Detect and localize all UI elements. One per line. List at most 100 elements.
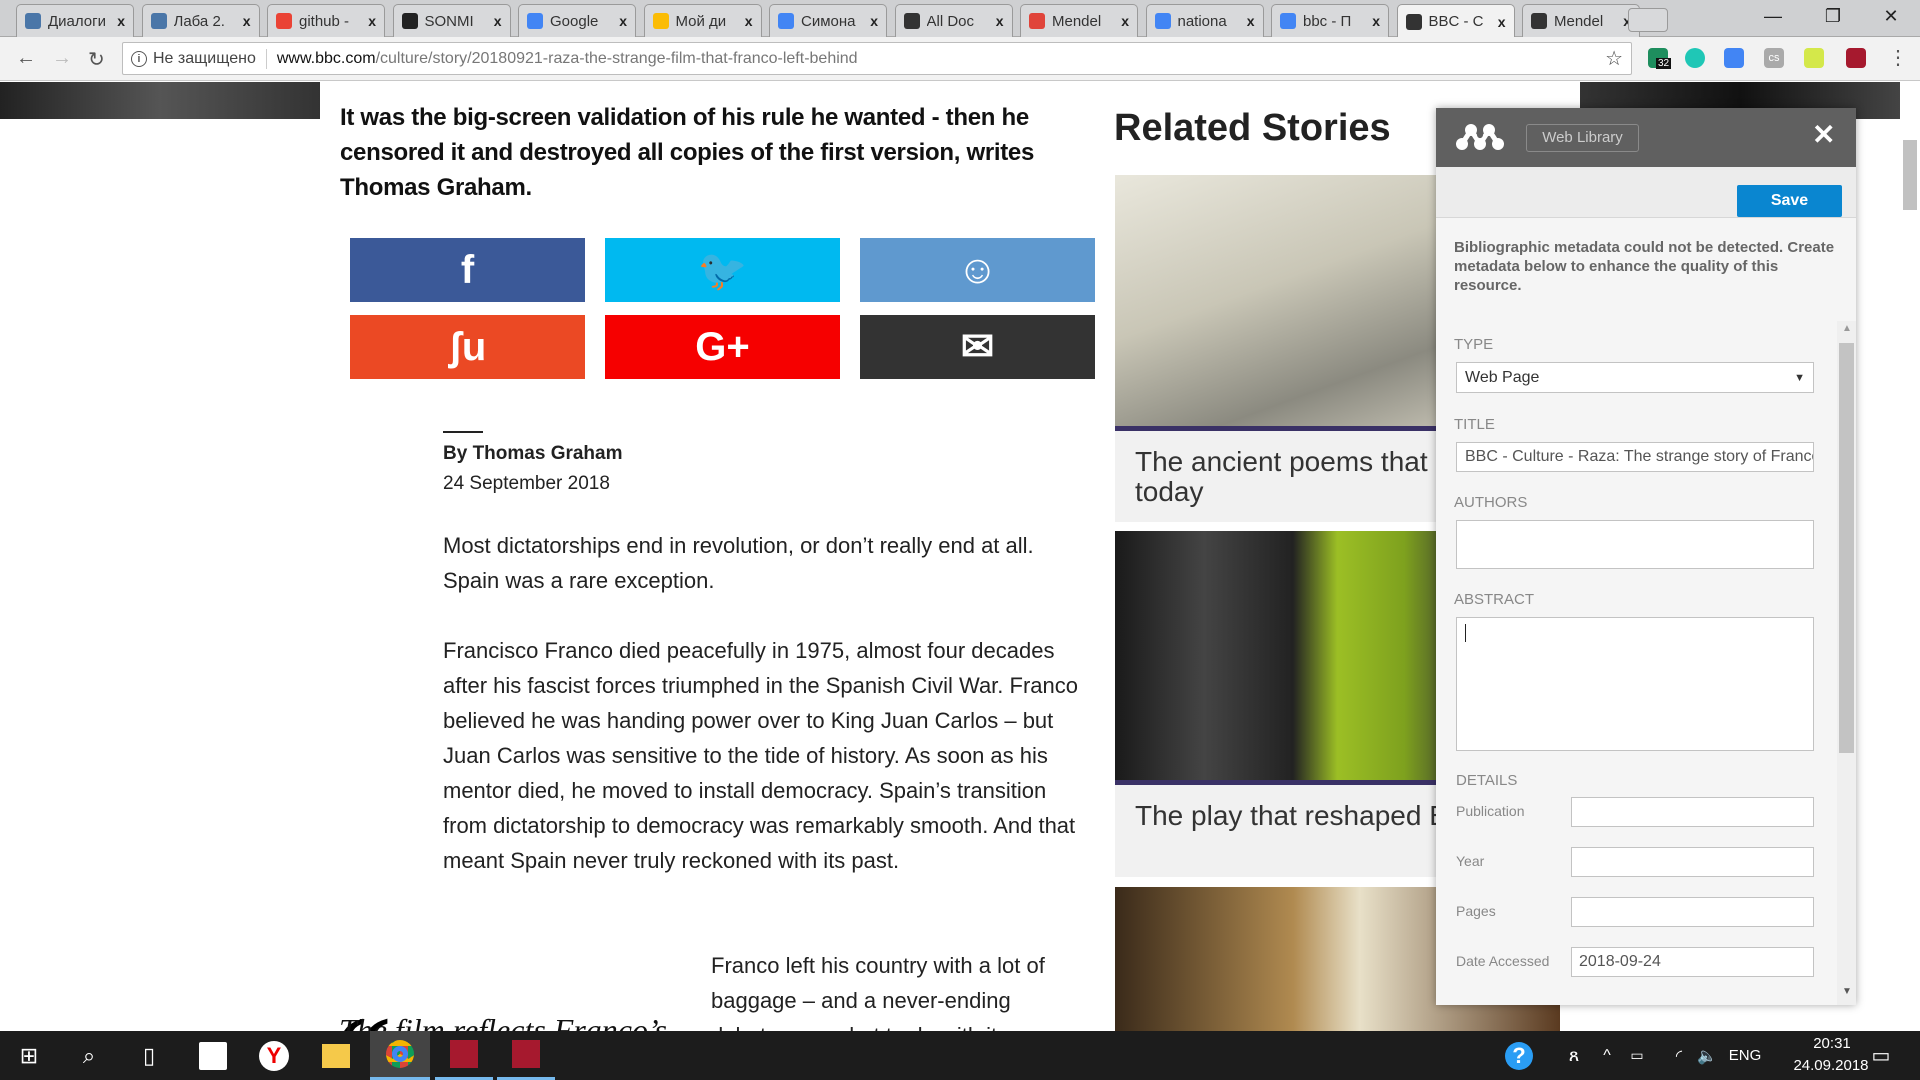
save-bar: Save <box>1436 167 1856 218</box>
tab-close-icon[interactable]: x <box>1247 13 1255 29</box>
header-image-left <box>0 82 320 119</box>
browser-tab[interactable]: Диалоги x <box>16 4 134 37</box>
bookmark-star-icon[interactable]: ☆ <box>1605 46 1623 71</box>
panel-header: Web Library ✕ <box>1436 108 1856 167</box>
tab-close-icon[interactable]: x <box>1121 13 1129 29</box>
tab-favicon-icon <box>778 13 794 29</box>
store-icon[interactable] <box>184 1031 242 1080</box>
byline: By Thomas Graham <box>443 443 623 464</box>
browser-tab[interactable]: Google x <box>518 4 636 37</box>
forward-icon[interactable]: → <box>52 47 72 70</box>
browser-tab[interactable]: SONMI x <box>392 4 511 37</box>
form-scrollbar[interactable]: ▲ ▼ <box>1837 321 1856 1005</box>
tab-title: SONMI <box>424 12 474 30</box>
browser-tab[interactable]: github - x <box>267 4 385 37</box>
menu-icon[interactable]: ⋮ <box>1888 45 1908 70</box>
mendeley-desktop-icon[interactable] <box>435 1031 493 1080</box>
browser-tab[interactable]: Мой ди x <box>643 4 762 37</box>
wifi-icon[interactable]: ◜ <box>1664 1031 1694 1080</box>
share-email-button[interactable]: ✉ <box>860 315 1095 379</box>
extension-icon-check[interactable]: 32 <box>1648 48 1672 69</box>
tab-close-icon[interactable]: x <box>494 13 502 29</box>
browser-tab[interactable]: Mendelx <box>1020 4 1138 37</box>
facebook-icon: f <box>460 247 475 292</box>
help-icon[interactable]: ? <box>1490 1031 1548 1080</box>
mendeley-extension-icon[interactable] <box>1846 48 1866 68</box>
browser-tab[interactable]: Лаба 2. x <box>141 4 260 37</box>
chrome-icon[interactable] <box>370 1031 430 1080</box>
close-panel-button[interactable]: ✕ <box>1812 118 1835 151</box>
dropdown-arrow-icon: ▼ <box>1794 371 1805 384</box>
tab-favicon-icon <box>527 13 543 29</box>
type-select[interactable]: Web Page ▼ <box>1456 362 1814 393</box>
tab-close-icon[interactable]: x <box>996 13 1004 29</box>
detail-label: Year <box>1456 853 1485 869</box>
share-twitter-button[interactable]: 🐦 <box>605 238 840 302</box>
new-tab-button[interactable] <box>1628 8 1668 32</box>
address-bar[interactable]: i Не защищено www.bbc.com/culture/story/… <box>122 42 1632 75</box>
tab-close-icon[interactable]: x <box>1372 13 1380 29</box>
detail-input[interactable] <box>1571 797 1814 827</box>
tab-close-icon[interactable]: x <box>745 13 753 29</box>
browser-tab[interactable]: Симона x <box>769 4 887 37</box>
info-icon[interactable]: i <box>131 50 147 67</box>
tab-title: bbc - П <box>1303 12 1352 30</box>
stumbleupon-icon: ʃu <box>448 324 487 369</box>
related-stories-heading: Related Stories <box>1114 107 1391 149</box>
url-path: /culture/story/20180921-raza-the-strange… <box>375 49 858 67</box>
tab-favicon-icon <box>401 13 418 29</box>
authors-label: AUTHORS <box>1454 494 1528 511</box>
browser-tab[interactable]: bbc - П x <box>1271 4 1389 37</box>
tab-close-icon[interactable]: x <box>619 13 627 29</box>
abstract-label: ABSTRACT <box>1454 591 1535 608</box>
save-button[interactable]: Save <box>1737 185 1842 217</box>
web-library-button[interactable]: Web Library <box>1526 124 1639 152</box>
search-icon[interactable]: ⌕ <box>60 1031 118 1080</box>
detail-input[interactable] <box>1571 897 1814 927</box>
abstract-textarea[interactable] <box>1456 617 1814 751</box>
tab-favicon-icon <box>1029 13 1045 29</box>
start-button[interactable]: ⊞ <box>0 1031 58 1080</box>
authors-textarea[interactable] <box>1456 520 1814 569</box>
detail-label: Pages <box>1456 903 1496 919</box>
back-icon[interactable]: ← <box>16 47 36 70</box>
translate-icon[interactable] <box>1724 48 1744 68</box>
action-center-icon[interactable]: ▭ <box>1852 1031 1910 1080</box>
tab-close-icon[interactable]: x <box>243 13 251 29</box>
share-reddit-button[interactable]: ☺ <box>860 238 1095 302</box>
browser-tab[interactable]: All Doc x <box>894 4 1013 37</box>
page-scrollbar-thumb[interactable] <box>1903 140 1917 210</box>
browser-tab[interactable]: Mendelx <box>1522 4 1640 37</box>
file-explorer-icon[interactable] <box>307 1031 365 1080</box>
tab-favicon-icon <box>1531 13 1547 29</box>
browser-tab[interactable]: BBC - C x <box>1396 4 1515 38</box>
tab-close-icon[interactable]: x <box>870 13 878 29</box>
maximize-button[interactable]: ❐ <box>1810 0 1856 32</box>
task-view-icon[interactable]: ▯ <box>120 1031 178 1080</box>
extension-icon-m[interactable] <box>1685 48 1705 68</box>
reload-icon[interactable]: ↻ <box>88 47 105 72</box>
share-facebook-button[interactable]: f <box>350 238 585 302</box>
detail-input[interactable] <box>1571 847 1814 877</box>
yandex-browser-icon[interactable]: Y <box>245 1031 303 1080</box>
battery-icon[interactable]: ▭ <box>1622 1031 1652 1080</box>
close-window-button[interactable]: ✕ <box>1868 0 1914 32</box>
extension-icon-plant[interactable] <box>1804 48 1824 68</box>
minimize-button[interactable]: — <box>1750 0 1796 32</box>
language-indicator[interactable]: ENG <box>1720 1031 1770 1080</box>
tab-close-icon[interactable]: x <box>368 13 376 29</box>
tab-title: nationa <box>1177 12 1227 30</box>
detail-input[interactable]: 2018-09-24 <box>1571 947 1814 977</box>
volume-icon[interactable]: 🔈 <box>1692 1031 1722 1080</box>
mendeley-desktop-icon-2[interactable] <box>497 1031 555 1080</box>
tab-favicon-icon <box>150 13 167 29</box>
tab-favicon-icon <box>903 13 920 29</box>
share-google-plus-button[interactable]: G+ <box>605 315 840 379</box>
browser-tab[interactable]: nationa x <box>1145 4 1264 37</box>
tray-chevron-icon[interactable]: ^ <box>1592 1031 1622 1080</box>
tab-close-icon[interactable]: x <box>1498 14 1506 30</box>
extension-icon-cs[interactable]: cs <box>1764 48 1784 68</box>
tab-close-icon[interactable]: x <box>117 13 125 29</box>
share-stumbleupon-button[interactable]: ʃu <box>350 315 585 379</box>
title-input[interactable]: BBC - Culture - Raza: The strange story … <box>1456 442 1814 472</box>
